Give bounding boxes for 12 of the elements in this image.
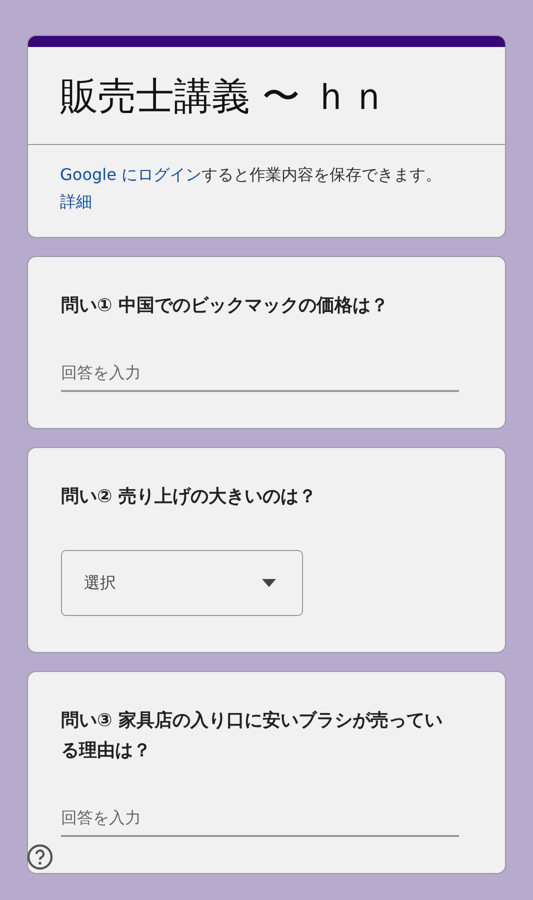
caret-icon [262, 579, 276, 587]
question-title: 問い② 売り上げの大きいのは？ [61, 485, 318, 509]
question-title: 問い① 中国でのビックマックの価格は？ [61, 294, 390, 318]
question-title: 問い③ 家具店の入り口に安いブラシが売っている理由は？ [61, 709, 444, 763]
login-link[interactable]: Google にログイン [60, 165, 202, 184]
form-title: 販売士講義 〜 ｈｎ [59, 73, 390, 120]
answer-field[interactable]: 回答を入力 [61, 359, 459, 392]
choice-dropdown[interactable]: 選択 [61, 550, 303, 616]
help-icon[interactable] [27, 844, 53, 870]
answer-field[interactable]: 回答を入力 [61, 804, 459, 837]
login-notice: Google にログインすると作業内容を保存できます。 詳細 [59, 164, 443, 213]
details-link[interactable]: 詳細 [60, 192, 92, 211]
